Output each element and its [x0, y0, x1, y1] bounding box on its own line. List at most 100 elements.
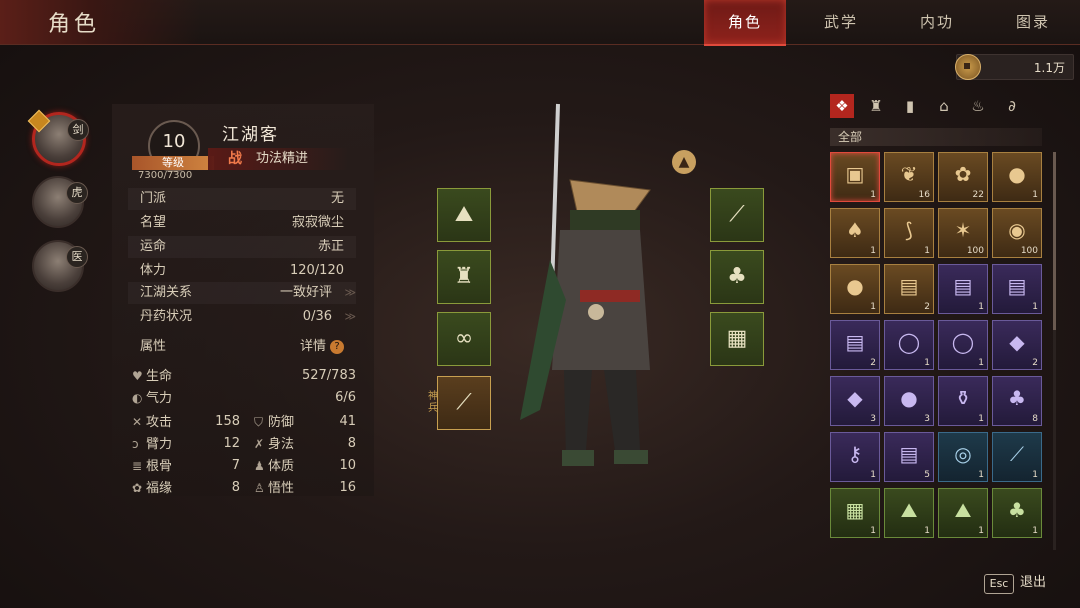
- stat-label: 根骨: [146, 459, 173, 474]
- help-icon: ?: [330, 339, 344, 354]
- item-count: 1: [870, 470, 876, 480]
- party-member-3[interactable]: 医: [32, 240, 88, 292]
- equip-slot-bracer[interactable]: ▦: [710, 312, 764, 366]
- inventory-slot[interactable]: ⟋ 1: [992, 432, 1042, 482]
- fortune-icon: ✿: [132, 481, 143, 495]
- inventory-scrollbar[interactable]: [1053, 152, 1056, 550]
- equip-slot-divine-weapon[interactable]: 神兵 ⟋: [428, 376, 491, 430]
- inventory-slot[interactable]: ▤ 2: [884, 264, 934, 314]
- inventory-slot[interactable]: ◯ 1: [884, 320, 934, 370]
- tab-inner-skill[interactable]: 内功: [896, 0, 978, 44]
- character-tag: 战 功法精进: [208, 148, 348, 170]
- inventory-slot[interactable]: ● 3: [884, 376, 934, 426]
- dagger-icon: ⟋: [456, 390, 472, 415]
- stat-value: 7: [231, 458, 240, 473]
- info-key: 运命: [140, 239, 167, 254]
- stat-label: 福缘: [146, 481, 173, 496]
- inventory-slot[interactable]: ◆ 3: [830, 376, 880, 426]
- bone-icon: ≣: [132, 459, 143, 473]
- info-row-stamina: 体力 120/120: [128, 260, 356, 282]
- attribute-detail-button[interactable]: 详情?: [300, 336, 344, 358]
- stat-value: 16: [339, 480, 356, 495]
- inventory-slot[interactable]: ▣ 1: [830, 152, 880, 202]
- party-member-badge: 医: [66, 246, 88, 268]
- level-bar: 等级: [132, 156, 214, 170]
- claw-icon: ✶: [954, 218, 972, 242]
- vest-icon: ♜: [454, 264, 474, 289]
- inventory-slot[interactable]: ▦ 1: [830, 488, 880, 538]
- inventory-slot[interactable]: ❦ 16: [884, 152, 934, 202]
- straw-hat-icon: ⛰: [954, 498, 972, 522]
- stat-label: 臂力: [146, 437, 173, 452]
- attribute-detail-label: 详情: [299, 339, 326, 354]
- info-value: 寂寂微尘: [291, 215, 344, 230]
- item-count: 1: [924, 526, 930, 536]
- item-count: 1: [978, 302, 984, 312]
- movement-icon: ✗: [254, 437, 265, 451]
- info-value: 0/36: [302, 309, 332, 324]
- inventory-slot[interactable]: ● 1: [992, 152, 1042, 202]
- book-filter-icon[interactable]: ▮: [898, 94, 922, 118]
- misc-filter-icon[interactable]: ∂: [1000, 94, 1024, 118]
- inventory-slot[interactable]: ▤ 5: [884, 432, 934, 482]
- tab-bar: 角色 武学 内功 图录: [700, 0, 1080, 46]
- scroll-icon: ▤: [845, 330, 865, 354]
- stat-strength: ↄ 臂力 12: [132, 434, 240, 454]
- party-member-1[interactable]: 剑: [27, 109, 89, 166]
- page-title: 角色: [48, 12, 101, 37]
- chevron-right-icon: ≫: [344, 286, 356, 299]
- info-key: 江湖关系: [140, 285, 193, 300]
- equip-slot-hat[interactable]: ⛰: [437, 188, 491, 242]
- hat-filter-icon[interactable]: ⌂: [932, 94, 956, 118]
- armor-filter-icon[interactable]: ♜: [864, 94, 888, 118]
- equip-slot-accessory[interactable]: ♣: [710, 250, 764, 304]
- tab-codex[interactable]: 图录: [992, 0, 1074, 44]
- inventory-slot[interactable]: ⛰ 1: [938, 488, 988, 538]
- inventory-slot[interactable]: ⚱ 1: [938, 376, 988, 426]
- tab-character[interactable]: 角色: [704, 0, 786, 46]
- item-count: 1: [978, 470, 984, 480]
- item-count: 2: [924, 302, 930, 312]
- chevron-right-icon: ≫: [344, 310, 356, 323]
- vase-icon: ⚱: [954, 386, 972, 410]
- amethyst-icon: ●: [900, 386, 918, 410]
- inventory-slot[interactable]: ▤ 2: [830, 320, 880, 370]
- inventory-slot[interactable]: ✶ 100: [938, 208, 988, 258]
- chest-icon: ▣: [845, 162, 865, 186]
- pearl-icon: ◯: [897, 330, 921, 354]
- inventory-slot[interactable]: ✿ 22: [938, 152, 988, 202]
- inventory-slot[interactable]: ⚷ 1: [830, 432, 880, 482]
- exit-button[interactable]: 退出: [1020, 574, 1046, 592]
- equip-slot-armor[interactable]: ♜: [437, 250, 491, 304]
- xp-text: 7300/7300: [138, 170, 193, 181]
- tab-martial-arts[interactable]: 武学: [800, 0, 882, 44]
- mountain-badge-icon[interactable]: ▲: [672, 150, 696, 174]
- inventory-slot[interactable]: ♠ 1: [830, 208, 880, 258]
- esc-key-hint[interactable]: Esc: [984, 574, 1014, 594]
- info-row-pills[interactable]: 丹药状况 0/36 ≫: [128, 306, 356, 328]
- all-filter-icon[interactable]: ❖: [830, 94, 854, 118]
- shield-icon: ⛉: [254, 415, 264, 429]
- item-count: 2: [870, 358, 876, 368]
- inventory-slot[interactable]: ● 1: [830, 264, 880, 314]
- inventory-slot[interactable]: ◆ 2: [992, 320, 1042, 370]
- info-row-relations[interactable]: 江湖关系 一致好评 ≫: [128, 282, 356, 304]
- inventory-slot[interactable]: ▤ 1: [992, 264, 1042, 314]
- inventory-slot[interactable]: ▤ 1: [938, 264, 988, 314]
- feather-icon: ⟋: [1010, 442, 1024, 466]
- inventory-slot[interactable]: ◯ 1: [938, 320, 988, 370]
- inventory-slot[interactable]: ⛰ 1: [884, 488, 934, 538]
- herb-filter-icon[interactable]: ♨: [966, 94, 990, 118]
- item-count: 8: [1032, 414, 1038, 424]
- inventory-slot[interactable]: ◉ 100: [992, 208, 1042, 258]
- inventory-slot[interactable]: ♣ 1: [992, 488, 1042, 538]
- equip-slot-weapon[interactable]: ⟋: [710, 188, 764, 242]
- stat-value: 527/783: [301, 368, 356, 383]
- scrollbar-thumb[interactable]: [1053, 152, 1056, 330]
- equip-slot-shoes[interactable]: ∞: [437, 312, 491, 366]
- inventory-slot[interactable]: ⟆ 1: [884, 208, 934, 258]
- inventory-slot[interactable]: ◎ 1: [938, 432, 988, 482]
- party-member-2[interactable]: 虎: [32, 176, 88, 228]
- item-count: 3: [924, 414, 930, 424]
- inventory-slot[interactable]: ♣ 8: [992, 376, 1042, 426]
